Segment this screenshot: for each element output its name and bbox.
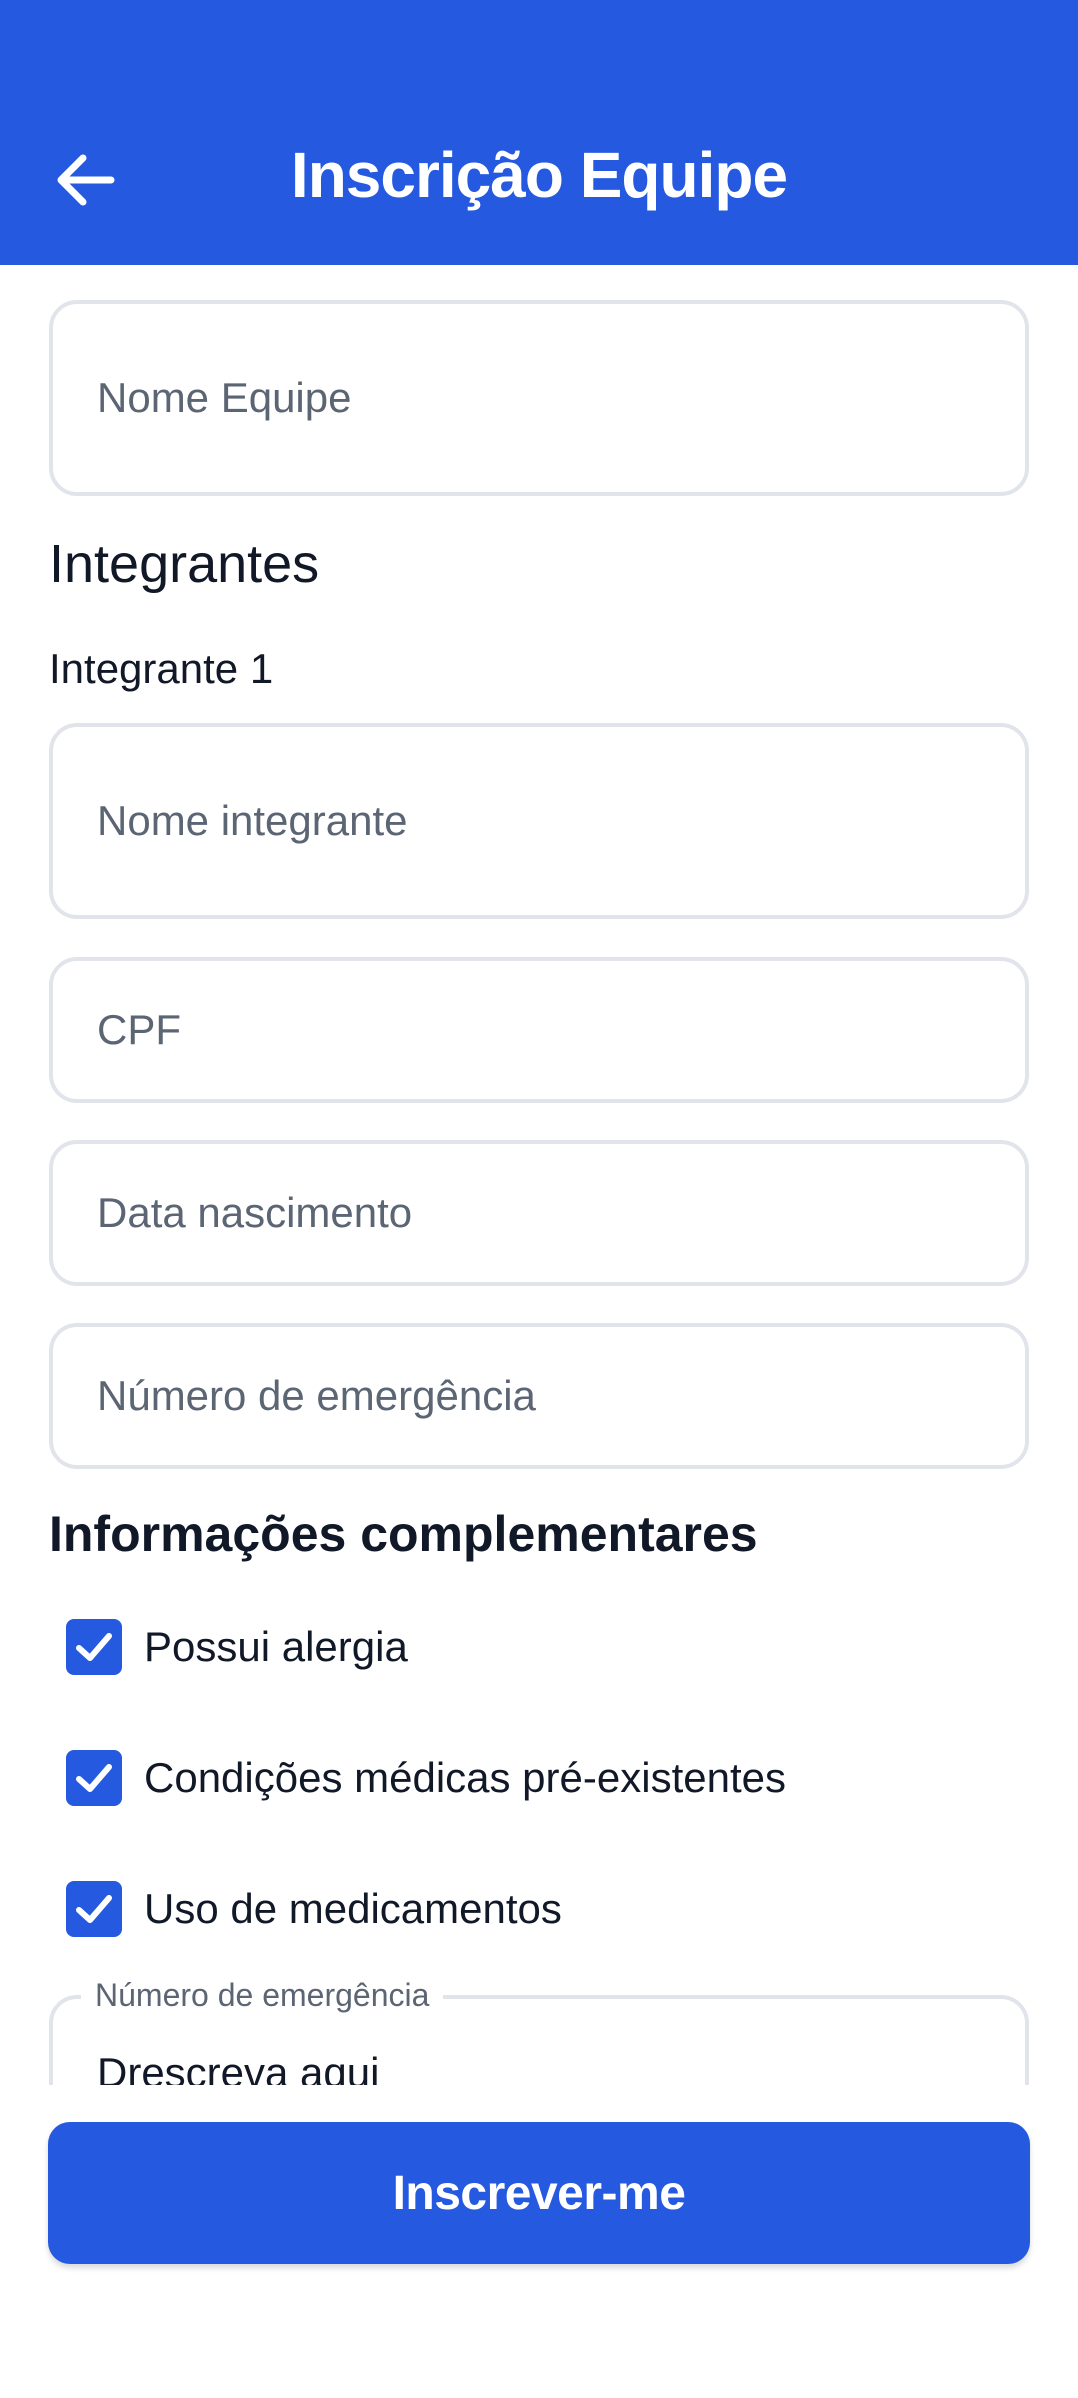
cpf-placeholder: CPF — [97, 1006, 181, 1053]
check-icon — [76, 1633, 112, 1661]
member-label: Integrante 1 — [49, 645, 274, 692]
allergy-label: Possui alergia — [144, 1623, 408, 1670]
app-bar: Inscrição Equipe — [0, 0, 1078, 265]
form-scroll-area[interactable]: Nome Equipe Integrantes Integrante 1 Nom… — [0, 265, 1078, 2085]
allergy-checkbox-row[interactable]: Possui alergia — [66, 1617, 408, 1677]
team-name-placeholder: Nome Equipe — [97, 374, 352, 421]
page-title: Inscrição Equipe — [290, 139, 788, 211]
check-icon — [76, 1895, 112, 1923]
submit-button[interactable]: Inscrever-me — [48, 2122, 1030, 2264]
preexisting-conditions-checkbox[interactable] — [66, 1750, 122, 1806]
emergency-number-placeholder: Número de emergência — [97, 1372, 536, 1419]
cpf-input[interactable]: CPF — [49, 957, 1029, 1103]
member-name-placeholder: Nome integrante — [97, 797, 408, 844]
details-field-label: Número de emergência — [81, 1977, 444, 2014]
team-name-input[interactable]: Nome Equipe — [49, 300, 1029, 496]
birth-date-input[interactable]: Data nascimento — [49, 1140, 1029, 1286]
birth-date-placeholder: Data nascimento — [97, 1189, 413, 1236]
details-textarea[interactable]: Número de emergência Drescreva aqui — [49, 1977, 1029, 2085]
allergy-checkbox[interactable] — [66, 1619, 122, 1675]
members-section-title: Integrantes — [49, 534, 320, 594]
medication-checkbox[interactable] — [66, 1881, 122, 1937]
medication-checkbox-row[interactable]: Uso de medicamentos — [66, 1879, 562, 1939]
member-name-input[interactable]: Nome integrante — [49, 723, 1029, 919]
check-icon — [76, 1764, 112, 1792]
preexisting-conditions-checkbox-row[interactable]: Condições médicas pré-existentes — [66, 1748, 786, 1808]
preexisting-conditions-label: Condições médicas pré-existentes — [144, 1754, 786, 1801]
emergency-number-input[interactable]: Número de emergência — [49, 1323, 1029, 1469]
details-field-value: Drescreva aqui — [97, 2049, 380, 2085]
complementary-section-title: Informações complementares — [49, 1506, 758, 1562]
medication-label: Uso de medicamentos — [144, 1885, 562, 1932]
